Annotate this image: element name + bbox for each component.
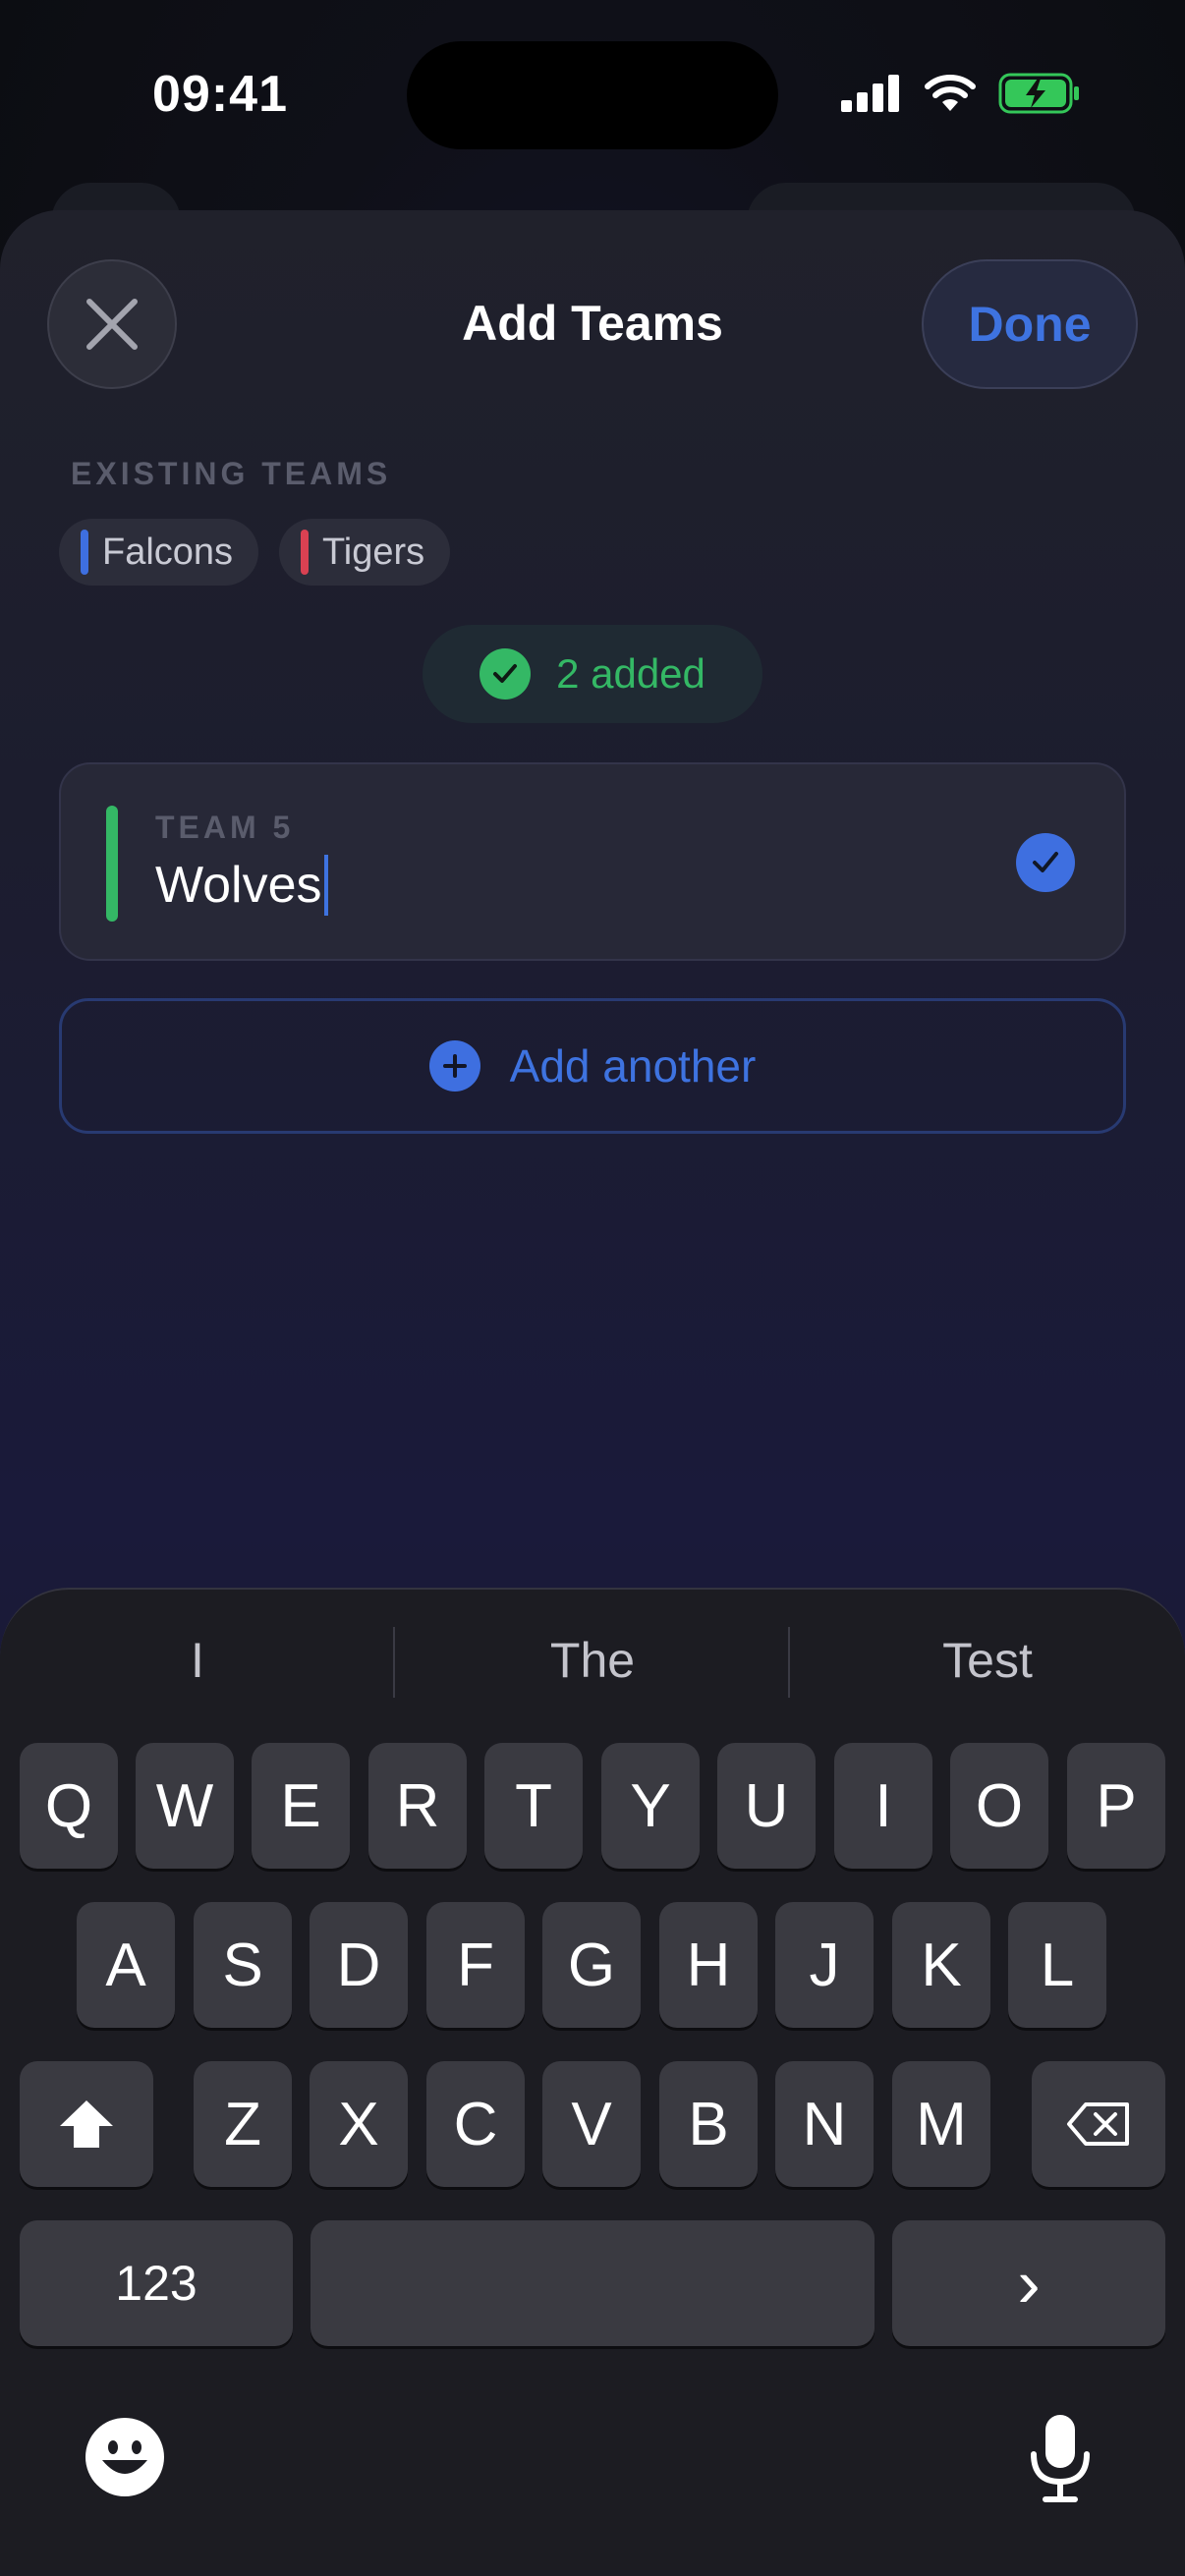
key-i[interactable]: I	[834, 1743, 932, 1869]
existing-team-chip: Tigers	[279, 519, 451, 586]
shift-key[interactable]	[20, 2061, 153, 2187]
key-n[interactable]: N	[775, 2061, 874, 2187]
team-name: Falcons	[102, 531, 234, 573]
key-f[interactable]: F	[426, 1902, 525, 2028]
key-k[interactable]: K	[892, 1902, 990, 2028]
backspace-icon	[1067, 2102, 1129, 2146]
shift-icon	[60, 2100, 113, 2148]
suggestion[interactable]: The	[395, 1621, 790, 1700]
check-circle-icon	[480, 648, 532, 700]
key-h[interactable]: H	[659, 1902, 758, 2028]
key-o[interactable]: O	[950, 1743, 1048, 1869]
key-q[interactable]: Q	[20, 1743, 118, 1869]
checkmark-icon	[1016, 833, 1075, 892]
status-icons	[841, 73, 1081, 114]
existing-team-chip: Falcons	[59, 519, 259, 586]
key-l[interactable]: L	[1008, 1902, 1106, 2028]
add-another-button[interactable]: Add another	[59, 998, 1126, 1134]
key-m[interactable]: M	[892, 2061, 990, 2187]
team-name-input[interactable]: Wolves	[155, 855, 328, 916]
key-d[interactable]: D	[310, 1902, 408, 2028]
team-name-value: Wolves	[155, 857, 322, 914]
key-s[interactable]: S	[194, 1902, 292, 2028]
key-c[interactable]: C	[426, 2061, 525, 2187]
new-team-card[interactable]: TEAM 5 Wolves	[59, 762, 1126, 961]
added-count-badge: 2 added	[423, 625, 762, 723]
key-t[interactable]: T	[484, 1743, 583, 1869]
backspace-key[interactable]	[1032, 2061, 1165, 2187]
key-e[interactable]: E	[252, 1743, 350, 1869]
emoji-icon	[85, 2418, 164, 2496]
key-v[interactable]: V	[542, 2061, 641, 2187]
add-another-label: Add another	[509, 1040, 757, 1092]
microphone-icon	[1031, 2415, 1090, 2502]
cellular-signal-icon	[841, 75, 899, 112]
key-x[interactable]: X	[310, 2061, 408, 2187]
team-color-bar	[81, 530, 88, 575]
key-r[interactable]: R	[368, 1743, 467, 1869]
done-button[interactable]: Done	[922, 259, 1138, 389]
key-y[interactable]: Y	[601, 1743, 700, 1869]
text-caret	[323, 855, 328, 916]
wifi-icon	[925, 75, 976, 111]
existing-teams-label: EXISTING TEAMS	[71, 456, 392, 491]
suggestion[interactable]: I	[0, 1621, 395, 1700]
dictation-button[interactable]	[1026, 2413, 1095, 2508]
key-g[interactable]: G	[542, 1902, 641, 2028]
key-a[interactable]: A	[77, 1902, 175, 2028]
team-color-bar	[106, 806, 118, 922]
numbers-key[interactable]: 123	[20, 2220, 293, 2346]
key-b[interactable]: B	[659, 2061, 758, 2187]
plus-circle-icon	[428, 1040, 480, 1092]
space-key[interactable]	[310, 2220, 875, 2346]
emoji-button[interactable]	[85, 2417, 165, 2502]
key-j[interactable]: J	[775, 1902, 874, 2028]
team-name: Tigers	[322, 531, 425, 573]
status-time: 09:41	[152, 66, 288, 123]
added-count-text: 2 added	[556, 650, 705, 697]
suggestion[interactable]: Test	[790, 1621, 1185, 1700]
key-p[interactable]: P	[1067, 1743, 1165, 1869]
dynamic-island	[407, 41, 778, 149]
return-key[interactable]: ›	[892, 2220, 1165, 2346]
key-z[interactable]: Z	[194, 2061, 292, 2187]
team-color-bar	[301, 530, 309, 575]
key-u[interactable]: U	[717, 1743, 816, 1869]
key-w[interactable]: W	[136, 1743, 234, 1869]
team-number-label: TEAM 5	[155, 810, 295, 845]
battery-charging-icon	[998, 73, 1079, 114]
